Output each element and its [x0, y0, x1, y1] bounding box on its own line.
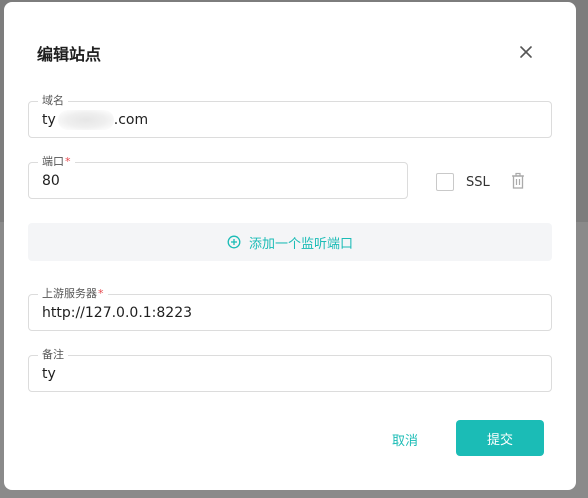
port-input[interactable]: 80: [42, 172, 394, 190]
domain-value-prefix: ty: [42, 112, 56, 128]
required-mark: *: [65, 155, 71, 168]
trash-icon: [512, 172, 524, 189]
edit-site-dialog: 编辑站点 域名 ty .com 端口* 80 SSL 添加一个监听端口 上游服务…: [4, 2, 576, 490]
delete-port-button[interactable]: [510, 172, 526, 190]
domain-value[interactable]: ty .com: [42, 111, 538, 129]
domain-label: 域名: [38, 93, 68, 109]
domain-field[interactable]: 域名 ty .com: [28, 93, 552, 138]
ssl-label: SSL: [466, 174, 490, 190]
domain-value-suffix: .com: [113, 112, 149, 128]
required-mark: *: [98, 287, 104, 300]
cancel-button[interactable]: 取消: [374, 422, 436, 456]
close-icon: [520, 46, 532, 58]
port-field[interactable]: 端口* 80: [28, 154, 408, 199]
ssl-option[interactable]: SSL: [436, 173, 490, 191]
remark-label: 备注: [38, 347, 68, 363]
dialog-title: 编辑站点: [37, 45, 102, 64]
ssl-checkbox[interactable]: [436, 173, 454, 191]
upstream-label: 上游服务器*: [38, 286, 108, 302]
upstream-input[interactable]: http://127.0.0.1:8223: [42, 304, 538, 322]
upstream-field[interactable]: 上游服务器* http://127.0.0.1:8223: [28, 286, 552, 331]
remark-input[interactable]: ty: [42, 365, 538, 383]
close-button[interactable]: [515, 41, 537, 63]
add-listen-port-label: 添加一个监听端口: [248, 236, 353, 252]
submit-button[interactable]: 提交: [456, 420, 544, 456]
add-listen-port-button[interactable]: 添加一个监听端口: [28, 223, 552, 261]
plus-circle-icon: [227, 235, 241, 249]
port-label: 端口*: [38, 154, 75, 170]
remark-field[interactable]: 备注 ty: [28, 347, 552, 392]
redacted-text: [58, 110, 114, 130]
